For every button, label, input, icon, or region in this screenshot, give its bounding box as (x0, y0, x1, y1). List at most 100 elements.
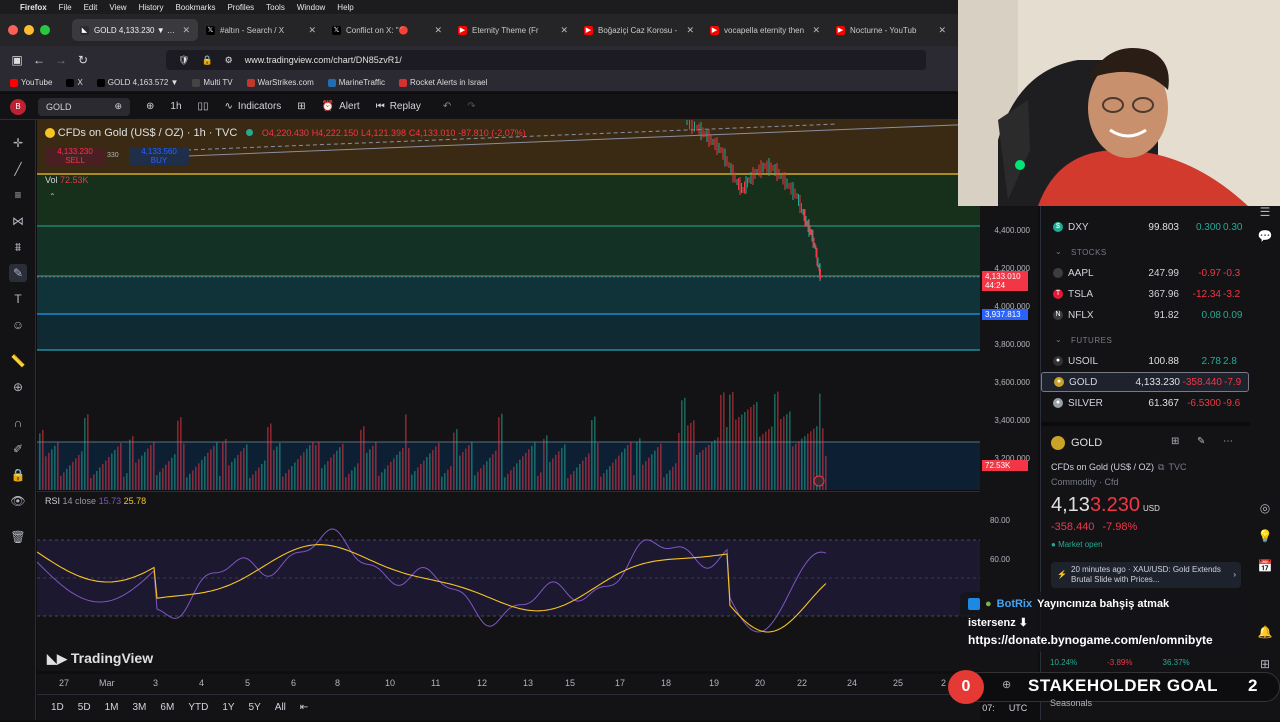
chat-icon[interactable]: 💬 (1257, 228, 1273, 244)
menu-edit[interactable]: Edit (84, 3, 98, 12)
compare-icon[interactable]: ⊕ (114, 101, 122, 112)
edit-icon[interactable]: ✎ (1197, 436, 1205, 447)
range-button[interactable]: 1Y (222, 702, 234, 713)
target-icon[interactable]: ◎ (1257, 500, 1273, 516)
time-axis[interactable]: 27 Mar 3 4 5 6 8 10 11 12 13 15 17 18 19 20 22 24 25 2 (37, 674, 980, 694)
rsi-label[interactable]: RSI (45, 496, 60, 506)
watchlist-icon[interactable]: ☰ (1257, 204, 1273, 220)
browser-tab[interactable]: 𝕏 Conflict on X: "🔴 ✕ (324, 19, 450, 41)
watchlist-row[interactable]: ● SILVER 61.367 -6.5300 -9.6 (1041, 393, 1251, 413)
prediction-icon[interactable]: ⩩ (9, 238, 27, 256)
notifications-icon[interactable]: 🔔 (1257, 624, 1273, 640)
menu-history[interactable]: History (139, 3, 164, 12)
price-chart[interactable]: CFDs on Gold (US$ / OZ) · 1h · TVC O4,22… (37, 120, 980, 490)
lock-icon[interactable]: 🔒 (201, 55, 212, 66)
details-header[interactable]: GOLD (1051, 436, 1102, 450)
icons-tool-icon[interactable]: ☺ (9, 316, 27, 334)
watchlist-row[interactable]: ● USOIL 100.88 2.78 2.8 (1041, 351, 1251, 371)
section-futures-header[interactable]: FUTURES (1071, 336, 1112, 345)
external-link-icon[interactable]: ⧉ (1158, 462, 1164, 472)
trash-icon[interactable]: 🗑 (9, 528, 27, 546)
bookmark-item[interactable]: GOLD 4,163.572 ▼ (96, 78, 178, 87)
tradingview-watermark[interactable]: ◣▶ TradingView (47, 650, 153, 667)
close-tab-icon[interactable]: ✕ (434, 25, 442, 36)
range-button[interactable]: 5D (78, 702, 91, 713)
close-tab-icon[interactable]: ✕ (308, 25, 316, 36)
browser-tab[interactable]: ▶ Nocturne - YouTub ✕ (828, 19, 954, 41)
watchlist-row[interactable]: N NFLX 91.82 0.08 0.09 (1041, 305, 1251, 325)
magnet-icon[interactable]: ∩ (9, 414, 27, 432)
news-item[interactable]: ⚡ 20 minutes ago · XAU/USD: Gold Extends … (1051, 562, 1241, 588)
stay-in-drawing-icon[interactable]: ✐ (9, 440, 27, 458)
indicators-button[interactable]: ∿ Indicators (225, 101, 282, 112)
shield-icon[interactable]: 🛡 (178, 55, 189, 66)
close-tab-icon[interactable]: ✕ (938, 25, 946, 36)
hide-drawings-icon[interactable]: 👁 (9, 492, 27, 510)
sidebar-toggle-icon[interactable]: ▣ (6, 53, 28, 67)
crosshair-icon[interactable]: ✛ (9, 134, 27, 152)
range-button[interactable]: YTD (188, 702, 208, 713)
add-symbol-icon[interactable]: ⊕ (146, 101, 154, 112)
watchlist-row[interactable]: AAPL 247.99 -0.97 -0.3 (1041, 263, 1251, 283)
bookmark-item[interactable]: YouTube (10, 78, 52, 87)
permissions-icon[interactable]: ⚙ (225, 55, 233, 66)
minimize-window-button[interactable] (24, 25, 34, 35)
menu-window[interactable]: Window (297, 3, 325, 12)
sell-button[interactable]: 4,133.230 SELL (45, 147, 105, 165)
ruler-icon[interactable]: 📏 (9, 352, 27, 370)
range-button[interactable]: 5Y (249, 702, 261, 713)
range-button[interactable]: 6M (160, 702, 174, 713)
chevron-down-icon[interactable]: ⌄ (1055, 247, 1062, 256)
templates-icon[interactable]: ⊞ (297, 101, 305, 112)
browser-tab[interactable]: ▶ Boğaziçi Caz Korosu - ✕ (576, 19, 702, 41)
url-text[interactable]: www.tradingview.com/chart/DN85zvR1/ (245, 55, 402, 65)
browser-tab[interactable]: ▶ vocapella eternity then ✕ (702, 19, 828, 41)
close-tab-icon[interactable]: ✕ (560, 25, 568, 36)
user-avatar[interactable]: B (10, 99, 26, 115)
alert-button[interactable]: ⏰ Alert (322, 101, 360, 112)
watchlist-row[interactable]: $ DXY 99.803 0.300 0.30 (1041, 217, 1251, 237)
bookmark-item[interactable]: Rocket Alerts in Israel (399, 78, 487, 87)
calendar-icon[interactable]: 📅 (1257, 558, 1273, 574)
back-button[interactable]: ← (28, 53, 50, 67)
pattern-icon[interactable]: ⋈ (9, 212, 27, 230)
bookmark-item[interactable]: WarStrikes.com (246, 78, 314, 87)
menu-help[interactable]: Help (337, 3, 353, 12)
brush-icon[interactable]: ✎ (9, 264, 27, 282)
browser-tab[interactable]: ▶ Eternity Theme (Fr ✕ (450, 19, 576, 41)
donate-link[interactable]: https://donate.bynogame.com/en/omnibyte (968, 633, 1213, 647)
maximize-window-button[interactable] (40, 25, 50, 35)
menu-profiles[interactable]: Profiles (227, 3, 254, 12)
replay-button[interactable]: ⏮ Replay (376, 101, 421, 112)
undo-icon[interactable]: ↶ (443, 101, 451, 112)
chevron-down-icon[interactable]: ⌄ (1055, 335, 1062, 344)
menu-app-name[interactable]: Firefox (20, 3, 47, 12)
range-button[interactable]: 1M (105, 702, 119, 713)
rsi-pane[interactable]: RSI 14 close 15.73 25.78 ◣▶ TradingView (37, 491, 980, 671)
range-button[interactable]: All (275, 702, 286, 713)
reload-button[interactable]: ↻ (72, 53, 94, 67)
section-stocks-header[interactable]: STOCKS (1071, 248, 1107, 257)
watchlist-row[interactable]: ● GOLD 4,133.230 -358.440 -7.9 (1041, 372, 1249, 392)
trendline-icon[interactable]: ╱ (9, 160, 27, 178)
more-options-icon[interactable]: ⋯ (1223, 436, 1233, 447)
current-price-tag[interactable]: 4,133.010 44:24 (982, 271, 1028, 291)
close-window-button[interactable] (8, 25, 18, 35)
close-tab-icon[interactable]: ✕ (182, 25, 190, 36)
chart-type-icon[interactable]: ▯▯ (198, 101, 209, 112)
interval-button[interactable]: 1h (170, 101, 181, 112)
bookmark-item[interactable]: MarineTraffic (327, 78, 385, 87)
layout-grid-icon[interactable]: ⊞ (1171, 436, 1179, 447)
bookmark-item[interactable]: X (66, 78, 83, 87)
range-button[interactable]: 3M (133, 702, 147, 713)
ideas-icon[interactable]: 💡 (1257, 528, 1273, 544)
text-tool-icon[interactable]: T (9, 290, 27, 308)
forward-button[interactable]: → (50, 53, 72, 67)
address-bar[interactable]: 🛡 🔒 ⚙ www.tradingview.com/chart/DN85zvR1… (166, 50, 926, 70)
range-button[interactable]: 1D (51, 702, 64, 713)
buy-button[interactable]: 4,133.560 BUY (129, 147, 189, 165)
symbol-search[interactable]: GOLD ⊕ (38, 97, 130, 116)
redo-icon[interactable]: ↷ (467, 101, 475, 112)
date-range-icon[interactable]: ⇤ (300, 702, 308, 713)
legend-title[interactable]: CFDs on Gold (US$ / OZ) · 1h · TVC (58, 127, 238, 139)
